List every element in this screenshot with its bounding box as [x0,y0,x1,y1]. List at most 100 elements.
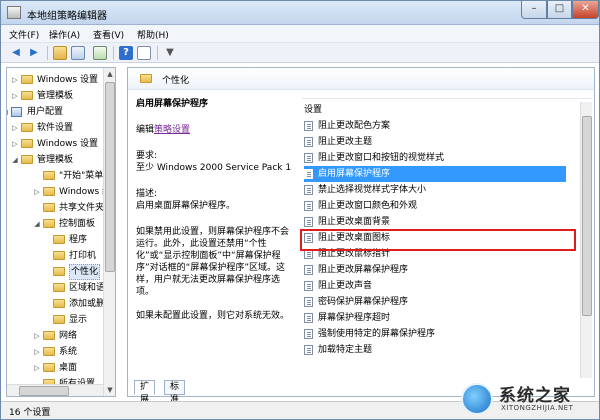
policy-description: 启用屏幕保护程序 编辑策略设置 要求: 至少 Windows 2000 Serv… [136,98,294,378]
folder-icon [21,139,33,148]
watermark-title: 系统之家 [499,386,571,406]
tree-item-label: Windows 组件 [59,187,103,197]
folder-icon [53,315,65,324]
settings-column-header[interactable]: 设置 [304,102,322,115]
window-title: 本地组策略编辑器 [27,11,107,22]
scroll-down-icon[interactable]: ▼ [104,384,115,396]
expand-arrow-icon[interactable]: ▷ [11,88,19,104]
tree-item-label: 用户配置 [27,107,64,117]
setting-label: 阻止更改窗口颜色和外观 [318,201,418,211]
setting-row[interactable]: 加载特定主题 [304,342,566,358]
menu-view[interactable]: 查看(V) [93,28,124,41]
policy-setting-icon [304,169,313,179]
setting-row[interactable]: 启用屏幕保护程序 [304,166,566,182]
folder-icon [43,331,55,340]
menu-file[interactable]: 文件(F) [9,28,39,41]
settings-vertical-scrollbar[interactable] [580,102,592,378]
close-button[interactable]: ✕ [572,1,599,19]
setting-row[interactable]: 阻止更改声音 [304,278,566,294]
setting-row[interactable]: 强制使用特定的屏幕保护程序 [304,326,566,342]
title-bar[interactable]: 本地组策略编辑器 – □ ✕ [1,1,599,25]
tree-item-label: 显示 [69,315,88,325]
maximize-button[interactable]: □ [547,1,572,19]
scrollbar-thumb[interactable] [105,82,115,272]
setting-row[interactable]: 阻止更改窗口和按钮的视觉样式 [304,150,566,166]
description-value: 启用桌面屏幕保护程序。 [136,201,236,211]
menu-action[interactable]: 操作(A) [49,28,80,41]
folder-icon [140,74,152,83]
site-watermark: 系统之家 XITONGZHIJIA.NET [461,379,599,419]
expand-arrow-icon[interactable]: ▷ [33,184,41,200]
setting-row[interactable]: 阻止更改主题 [304,134,566,150]
tree-item-label: 桌面 [59,363,78,373]
policy-setting-icon [304,297,313,307]
tree-item-label: 网络 [59,331,78,341]
setting-label: 禁止选择视觉样式字体大小 [318,185,427,195]
filter-icon[interactable]: ▼ [163,46,177,60]
forward-icon[interactable]: ▶ [27,46,41,60]
folder-icon [21,91,33,100]
setting-label: 屏幕保护程序超时 [318,313,391,323]
folder-icon [43,347,55,356]
policy-title: 启用屏幕保护程序 [136,99,209,109]
gpedit-window: 本地组策略编辑器 – □ ✕ 文件(F) 操作(A) 查看(V) 帮助(H) ◀… [0,0,600,420]
setting-label: 阻止更改屏幕保护程序 [318,265,409,275]
tree-item-label: 控制面板 [59,219,96,229]
setting-row[interactable]: 阻止更改屏幕保护程序 [304,262,566,278]
status-text: 16 个设置 [9,408,51,418]
setting-row[interactable]: 禁止选择视觉样式字体大小 [304,182,566,198]
help-icon[interactable]: ? [119,46,133,60]
minimize-button[interactable]: – [521,1,547,19]
tree-item-label: 个性化 [69,264,101,280]
show-hide-tree-icon[interactable] [71,46,85,60]
policy-setting-icon [304,313,313,323]
navigation-tree: ▷ Windows 设置 ▷ 管理模板 ◢ 用户配置 ▷ 软件设置 ▷ Windows 设置 ◢ 管理… [6,67,116,397]
back-icon[interactable]: ◀ [9,46,23,60]
menu-help[interactable]: 帮助(H) [137,28,169,41]
folder-icon [53,235,65,244]
tab-standard[interactable]: 标准 [164,380,186,405]
menu-bar: 文件(F) 操作(A) 查看(V) 帮助(H) [1,25,599,43]
toolbar-separator [157,46,158,60]
setting-row[interactable]: 密码保护屏幕保护程序 [304,294,566,310]
expand-arrow-icon[interactable]: ▷ [33,328,41,344]
expand-arrow-icon[interactable]: ▷ [11,136,19,152]
tree-horizontal-scrollbar[interactable] [7,384,103,396]
tree-item-label: 系统 [59,347,78,357]
export-list-icon[interactable] [93,46,107,60]
scrollbar-thumb[interactable] [19,386,69,396]
expand-arrow-icon[interactable]: ▷ [11,120,19,136]
expand-arrow-icon[interactable]: ▷ [33,360,41,376]
details-header-title: 个性化 [162,76,190,86]
tree-vertical-scrollbar[interactable]: ▲ ▼ [103,68,115,396]
collapse-arrow-icon[interactable]: ◢ [11,152,19,168]
setting-label: 阻止更改主题 [318,137,373,147]
edit-policy-link[interactable]: 策略设置 [154,125,190,135]
scrollbar-thumb[interactable] [582,116,592,316]
selection-highlight-box [300,229,576,251]
collapse-arrow-icon[interactable]: ◢ [7,104,9,120]
folder-icon [43,219,55,228]
collapse-arrow-icon[interactable]: ◢ [33,216,41,232]
setting-label: 启用屏幕保护程序 [318,169,391,179]
column-divider [302,98,592,99]
policy-setting-icon [304,281,313,291]
scroll-up-icon[interactable]: ▲ [104,68,115,80]
setting-label: 密码保护屏幕保护程序 [318,297,409,307]
setting-row[interactable]: 阻止更改配色方案 [304,118,566,134]
up-folder-icon[interactable] [53,46,67,60]
properties-icon[interactable] [137,46,151,60]
tab-extended[interactable]: 扩展 [134,380,156,405]
setting-row[interactable]: 阻止更改窗口颜色和外观 [304,198,566,214]
folder-icon [21,123,33,132]
policy-setting-icon [304,137,313,147]
expand-arrow-icon[interactable]: ▷ [33,344,41,360]
policy-setting-icon [304,185,313,195]
setting-row[interactable]: 阻止更改桌面背景 [304,214,566,230]
description-label: 描述: [136,189,158,199]
expand-arrow-icon[interactable]: ▷ [11,72,19,88]
folder-icon [53,283,65,292]
setting-row[interactable]: 屏幕保护程序超时 [304,310,566,326]
description-paragraph-1: 如果禁用此设置，则屏幕保护程序不会运行。此外，此设置还禁用“个性化”或“显示控制… [136,227,290,297]
folder-icon [21,155,33,164]
